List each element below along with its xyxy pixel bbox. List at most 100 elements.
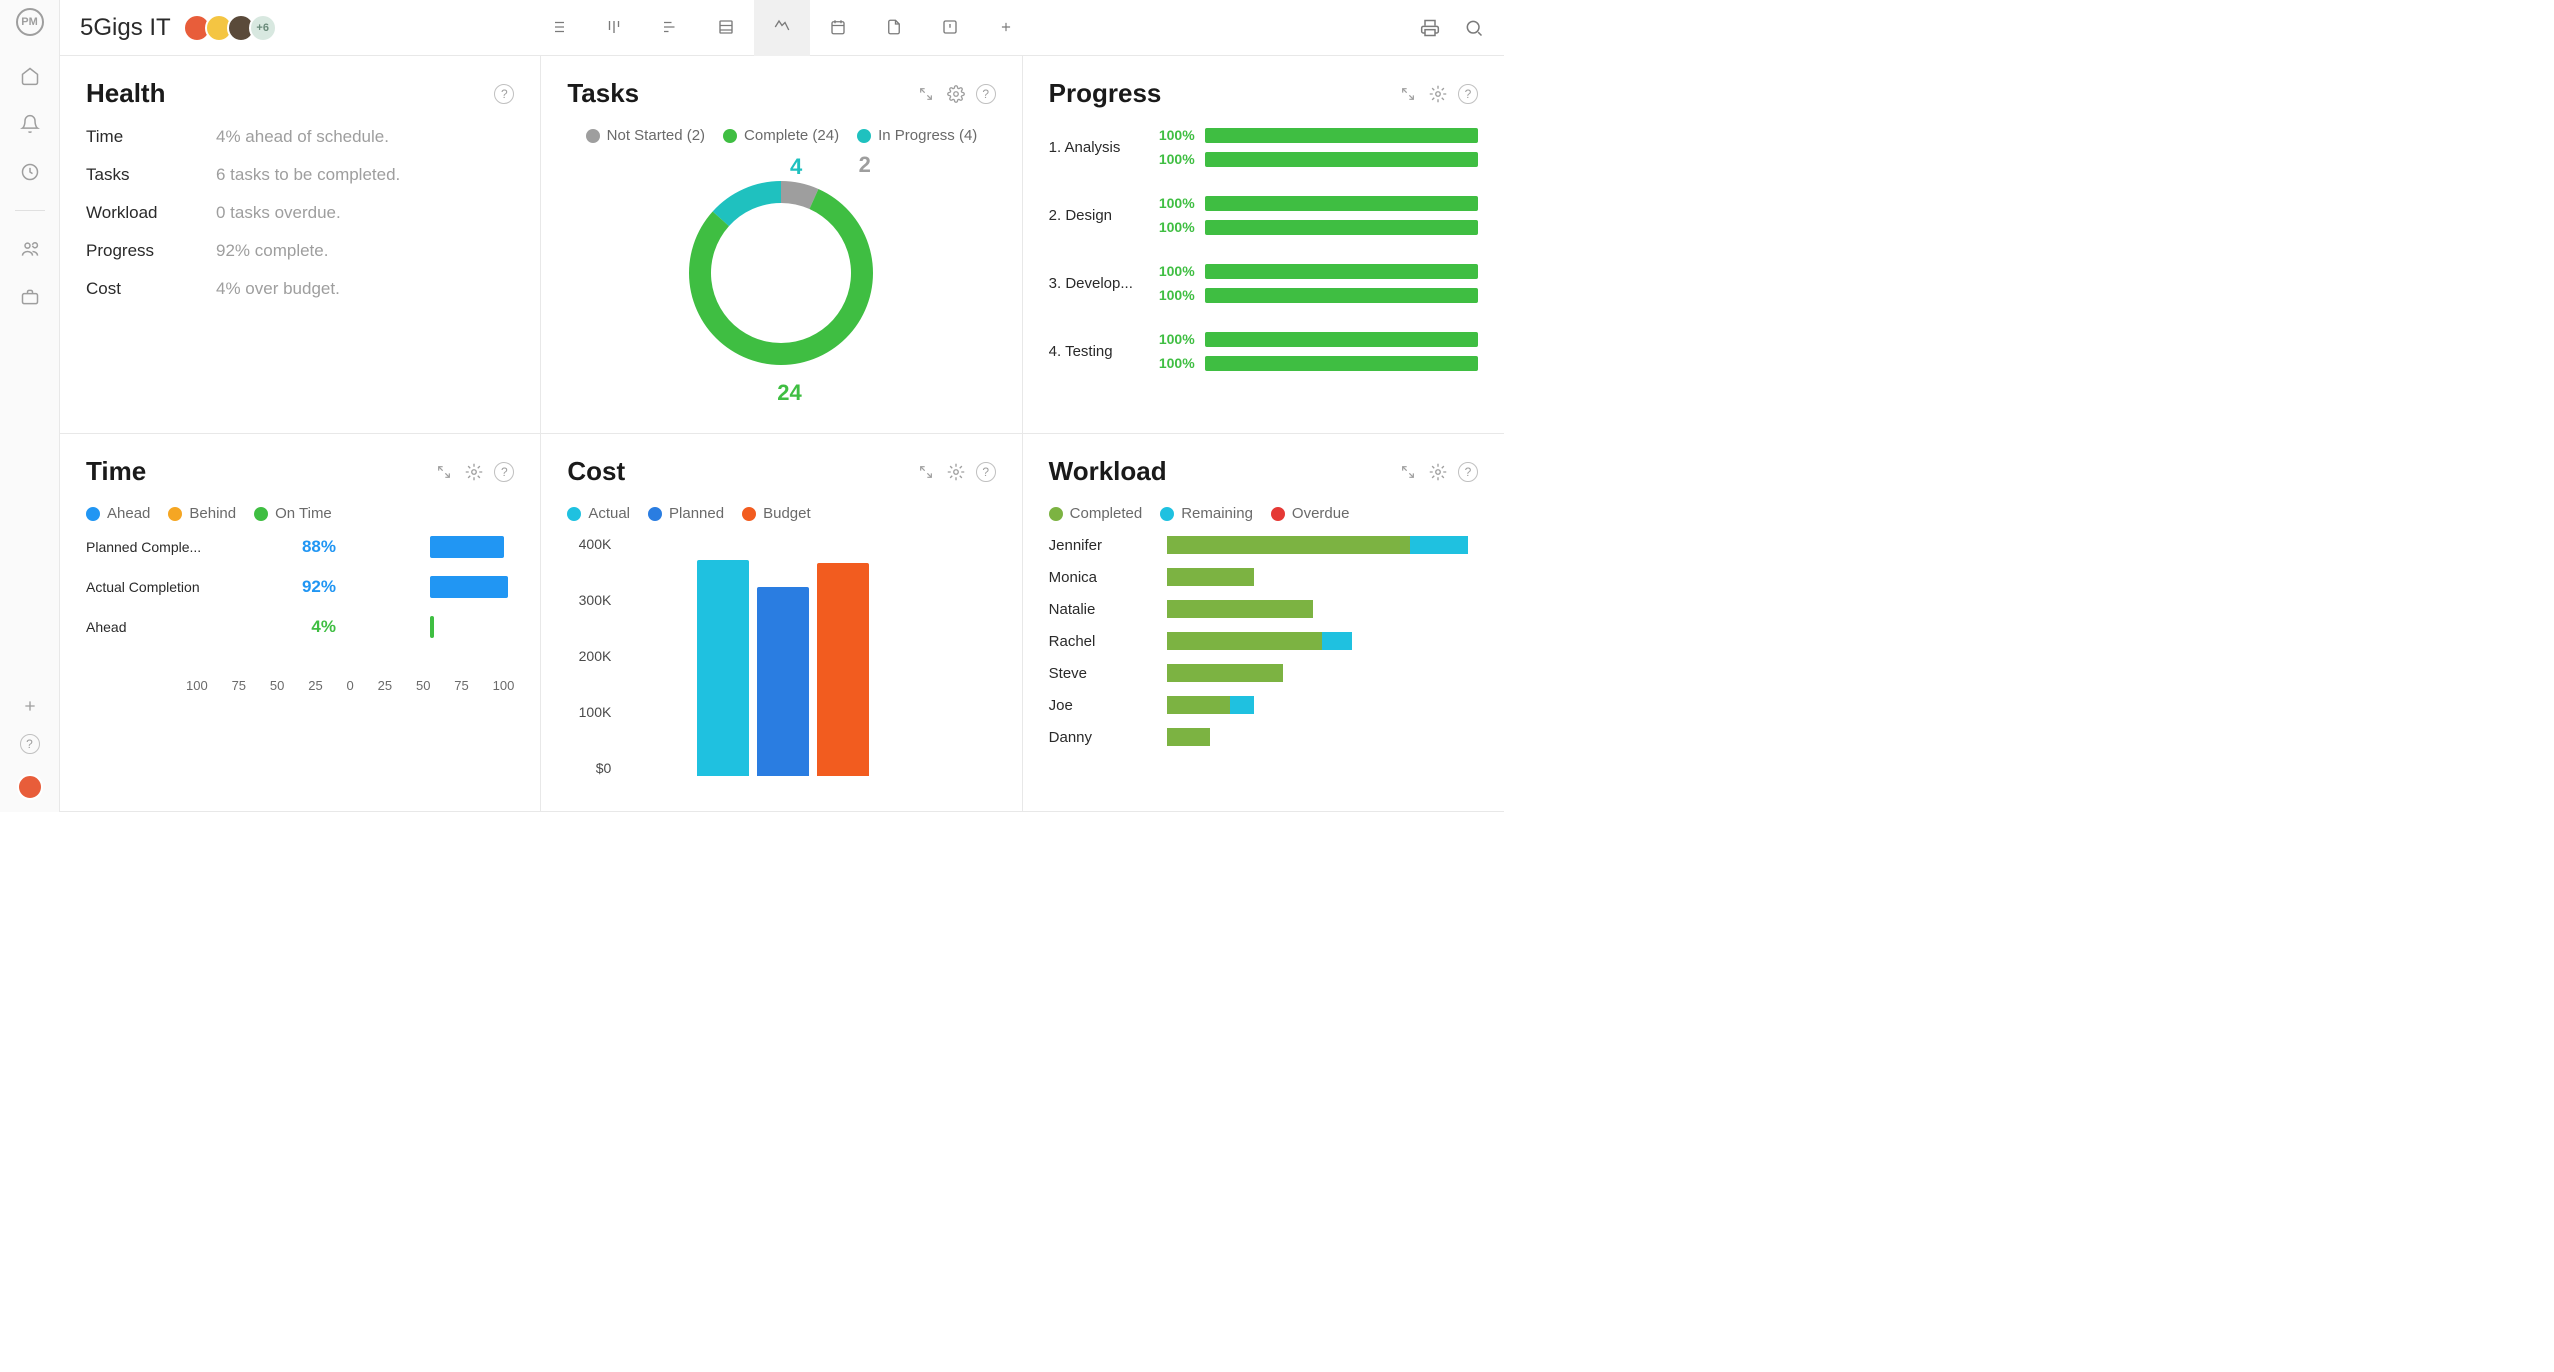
plus-icon[interactable] — [22, 698, 38, 714]
progress-bar — [1205, 196, 1478, 211]
bell-icon[interactable] — [20, 114, 40, 134]
help-icon[interactable]: ? — [494, 84, 514, 104]
legend-item: Planned — [648, 505, 724, 522]
help-icon[interactable]: ? — [976, 84, 996, 104]
progress-pct: 100% — [1149, 331, 1195, 347]
health-value: 92% complete. — [216, 241, 328, 261]
workload-name: Rachel — [1049, 633, 1167, 650]
workload-name: Steve — [1049, 665, 1167, 682]
risk-view-icon[interactable] — [922, 0, 978, 56]
help-icon[interactable]: ? — [1458, 462, 1478, 482]
progress-row: 4. Testing100%100% — [1049, 331, 1478, 371]
progress-label: 1. Analysis — [1049, 139, 1139, 156]
gear-icon[interactable] — [946, 84, 966, 104]
workload-row: Monica — [1049, 568, 1478, 586]
legend-item: On Time — [254, 505, 332, 522]
progress-pct: 100% — [1149, 151, 1195, 167]
panel-title: Health — [86, 78, 165, 109]
briefcase-icon[interactable] — [20, 287, 40, 307]
legend-item: Ahead — [86, 505, 150, 522]
gear-icon[interactable] — [1428, 84, 1448, 104]
dashboard-view-icon[interactable] — [754, 0, 810, 56]
axis-tick: 100 — [186, 678, 208, 693]
help-icon[interactable]: ? — [20, 734, 40, 754]
gear-icon[interactable] — [1428, 462, 1448, 482]
progress-row: 2. Design100%100% — [1049, 195, 1478, 235]
legend-label: Actual — [588, 505, 630, 522]
axis-tick: 400K — [567, 536, 611, 552]
workload-name: Danny — [1049, 729, 1167, 746]
people-icon[interactable] — [20, 239, 40, 259]
progress-bar — [1205, 128, 1478, 143]
progress-row: 3. Develop...100%100% — [1049, 263, 1478, 303]
expand-icon[interactable] — [916, 462, 936, 482]
tasks-donut-chart — [671, 158, 891, 378]
progress-pct: 100% — [1149, 219, 1195, 235]
help-icon[interactable]: ? — [1458, 84, 1478, 104]
sidebar-divider — [15, 210, 45, 211]
gantt-view-icon[interactable] — [642, 0, 698, 56]
legend-item: Not Started (2) — [586, 127, 705, 144]
panel-title: Time — [86, 456, 146, 487]
progress-bar — [1205, 152, 1478, 167]
health-value: 6 tasks to be completed. — [216, 165, 400, 185]
print-icon[interactable] — [1420, 18, 1440, 38]
search-icon[interactable] — [1464, 18, 1484, 38]
expand-icon[interactable] — [916, 84, 936, 104]
time-bar — [430, 616, 433, 638]
cost-bar — [697, 560, 749, 776]
legend-dot — [742, 507, 756, 521]
progress-pct: 100% — [1149, 127, 1195, 143]
left-sidebar: PM ? — [0, 0, 60, 812]
cost-bar-chart: 400K300K200K100K$0 — [617, 536, 995, 776]
axis-tick: 100 — [493, 678, 515, 693]
time-pct: 4% — [216, 617, 346, 637]
gear-icon[interactable] — [946, 462, 966, 482]
legend-dot — [1271, 507, 1285, 521]
app-logo[interactable]: PM — [16, 8, 44, 36]
legend-label: Completed — [1070, 505, 1143, 522]
legend-item: Budget — [742, 505, 811, 522]
panel-title: Workload — [1049, 456, 1167, 487]
table-view-icon[interactable] — [698, 0, 754, 56]
list-view-icon[interactable] — [530, 0, 586, 56]
member-avatars[interactable]: +6 — [189, 14, 277, 42]
axis-tick: 25 — [378, 678, 392, 693]
cost-bar — [817, 563, 869, 776]
axis-tick: $0 — [567, 760, 611, 776]
panel-time: Time ? AheadBehindOn Time Planned Comple… — [60, 434, 541, 812]
axis-tick: 50 — [416, 678, 430, 693]
panel-progress: Progress ? 1. Analysis100%100%2. Design1… — [1023, 56, 1504, 434]
expand-icon[interactable] — [434, 462, 454, 482]
legend-label: Behind — [189, 505, 236, 522]
gear-icon[interactable] — [464, 462, 484, 482]
calendar-view-icon[interactable] — [810, 0, 866, 56]
workload-name: Natalie — [1049, 601, 1167, 618]
health-label: Workload — [86, 203, 216, 223]
time-label: Ahead — [86, 619, 216, 635]
progress-row: 1. Analysis 100% 100% — [1049, 127, 1478, 167]
workload-row: Natalie — [1049, 600, 1478, 618]
workload-row: Danny — [1049, 728, 1478, 746]
expand-icon[interactable] — [1398, 462, 1418, 482]
health-value: 4% ahead of schedule. — [216, 127, 389, 147]
help-icon[interactable]: ? — [494, 462, 514, 482]
user-avatar[interactable] — [17, 774, 43, 800]
cost-bar — [757, 587, 809, 776]
clock-icon[interactable] — [20, 162, 40, 182]
health-row: Workload0 tasks overdue. — [86, 203, 514, 223]
panel-title: Progress — [1049, 78, 1162, 109]
file-view-icon[interactable] — [866, 0, 922, 56]
help-icon[interactable]: ? — [976, 462, 996, 482]
axis-tick: 100K — [567, 704, 611, 720]
add-view-icon[interactable] — [978, 0, 1034, 56]
progress-pct: 100% — [1149, 263, 1195, 279]
legend-item: In Progress (4) — [857, 127, 977, 144]
board-view-icon[interactable] — [586, 0, 642, 56]
axis-tick: 300K — [567, 592, 611, 608]
panel-title: Cost — [567, 456, 625, 487]
progress-bar — [1205, 356, 1478, 371]
home-icon[interactable] — [20, 66, 40, 86]
avatar-more[interactable]: +6 — [249, 14, 277, 42]
expand-icon[interactable] — [1398, 84, 1418, 104]
